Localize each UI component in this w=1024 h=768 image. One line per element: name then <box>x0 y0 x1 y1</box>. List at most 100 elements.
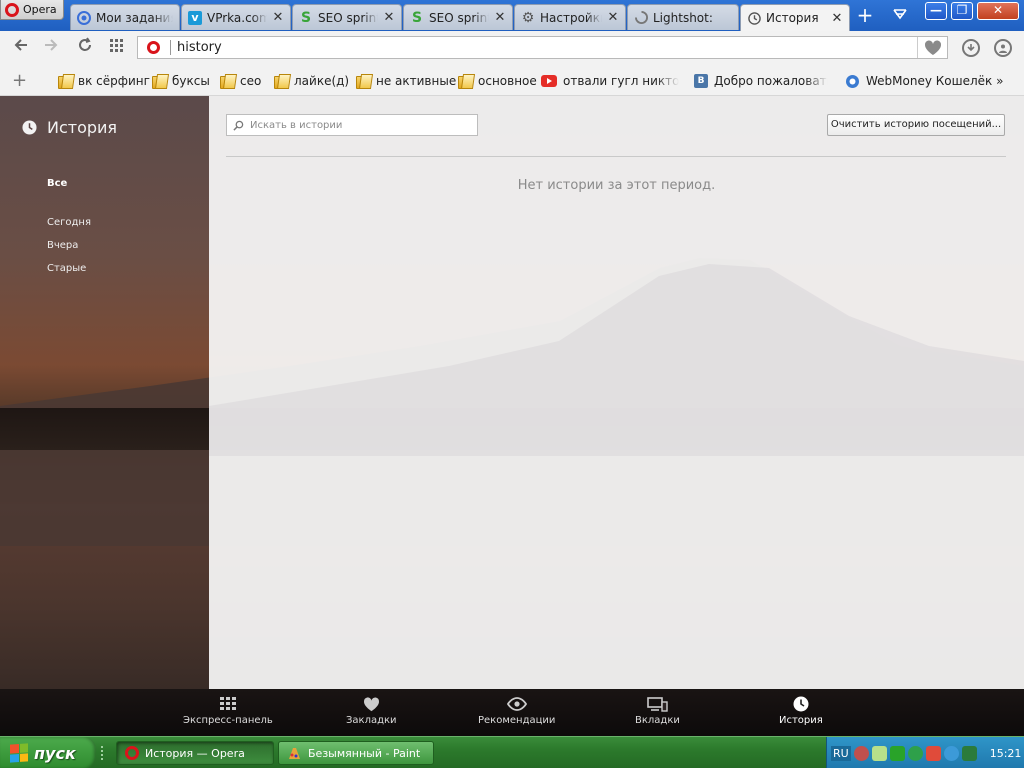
bookmark-folder[interactable]: вк сёрфинг <box>58 72 150 90</box>
youtube-icon <box>541 75 557 87</box>
shield-icon[interactable] <box>925 745 941 761</box>
url-field[interactable]: history <box>137 36 948 59</box>
tab-my-tasks[interactable]: Мои задания <box>70 4 180 30</box>
history-main-panel: Очистить историю посещений... Нет истори… <box>209 96 1024 689</box>
reload-button[interactable] <box>74 37 96 59</box>
window-close-button[interactable]: ✕ <box>977 2 1019 20</box>
taskbar-item-opera[interactable]: История — Opera <box>116 741 274 765</box>
url-text[interactable]: history <box>177 40 222 55</box>
speed-dial-button[interactable] <box>106 37 128 59</box>
folder-icon <box>458 74 472 89</box>
tab-seo-sprint-2[interactable]: S SEO sprint ✕ <box>403 4 513 30</box>
sidebar-item-all[interactable]: Все <box>47 178 67 189</box>
loading-icon <box>634 11 648 25</box>
clear-history-button[interactable]: Очистить историю посещений... <box>827 114 1005 136</box>
tab-seo-sprint-1[interactable]: S SEO sprint ✕ <box>292 4 402 30</box>
opera-menu-label: Opera <box>23 3 57 16</box>
dial-speed-dial[interactable]: Экспресс-панель <box>183 695 273 726</box>
check-icon[interactable] <box>889 745 905 761</box>
grid-icon <box>110 39 123 52</box>
dial-recommendations[interactable]: Рекомендации <box>478 695 555 726</box>
sidebar-title-text: История <box>47 118 118 137</box>
tab-strip: Opera Мои задания v VPrka.com - ✕ S SEO … <box>0 0 1024 31</box>
bookmark-folder[interactable]: основное <box>458 72 537 90</box>
dial-label: Закладки <box>346 715 397 726</box>
chevron-left-icon[interactable] <box>853 745 869 761</box>
clock-icon <box>747 11 761 25</box>
heart-icon <box>363 695 380 713</box>
webmoney-icon <box>846 74 859 88</box>
heart-icon <box>924 39 941 55</box>
eye-icon <box>506 695 527 713</box>
bookmarks-bar: + вк сёрфинг буксы сео лайке(д) не актив… <box>0 64 1024 96</box>
taskbar-item-title: Безымянный - Paint <box>308 746 421 760</box>
account-button[interactable] <box>994 39 1012 57</box>
close-icon[interactable]: ✕ <box>607 10 619 25</box>
tab-lightshot[interactable]: Lightshot: <box>627 4 739 30</box>
tab-menu-button[interactable] <box>888 6 912 26</box>
bookmark-folder[interactable]: лайке(д) <box>274 72 349 90</box>
close-icon[interactable]: ✕ <box>272 10 284 25</box>
opera-menu-button[interactable]: Opera <box>0 0 64 20</box>
bookmark-label: Добро пожаловать | ВК <box>714 74 828 88</box>
opera-logo-icon <box>5 2 19 17</box>
network-icon[interactable] <box>961 745 977 761</box>
search-input[interactable] <box>250 119 470 131</box>
search-icon <box>233 120 244 131</box>
bookmark-link[interactable]: отвали гугл никтошна <box>541 72 679 90</box>
clock-icon <box>793 695 809 713</box>
taskbar-item-paint[interactable]: Безымянный - Paint <box>278 741 434 765</box>
sidebar-title: История <box>22 118 117 137</box>
close-icon[interactable]: ✕ <box>831 11 843 26</box>
forward-button[interactable] <box>40 37 62 59</box>
downloads-button[interactable] <box>962 39 980 57</box>
devices-icon <box>647 695 668 713</box>
close-icon[interactable]: ✕ <box>494 10 506 25</box>
tab-vprka[interactable]: v VPrka.com - ✕ <box>181 4 291 30</box>
bookmark-folder[interactable]: не активные <box>356 72 456 90</box>
quick-launch-grip <box>101 746 107 760</box>
opera-logo-icon <box>147 41 160 54</box>
arrow-right-icon <box>45 39 58 51</box>
bookmark-label: вк сёрфинг <box>78 74 150 88</box>
add-bookmark-button[interactable]: + <box>12 70 27 91</box>
divider <box>226 156 1006 157</box>
language-indicator[interactable]: RU <box>831 745 851 761</box>
tab-title: Настройки <box>540 10 602 25</box>
minimize-button[interactable]: — <box>925 2 947 20</box>
paint-icon <box>289 747 300 759</box>
tab-title: История <box>766 11 819 25</box>
dial-tabs[interactable]: Вкладки <box>635 695 680 726</box>
history-search-field[interactable] <box>226 114 478 136</box>
bookmark-link[interactable]: В Добро пожаловать | ВК <box>694 72 828 90</box>
reload-icon <box>79 37 91 51</box>
tab-history[interactable]: История ✕ <box>740 4 850 31</box>
dial-history[interactable]: История <box>779 695 823 726</box>
new-tab-button[interactable]: + <box>853 5 877 26</box>
folder-icon <box>356 74 370 89</box>
sidebar-item-yesterday[interactable]: Вчера <box>47 240 78 251</box>
bookmark-label: лайке(д) <box>294 74 350 88</box>
close-icon[interactable]: ✕ <box>383 10 395 25</box>
bookmark-link[interactable]: WebMoney Кошелёк » <box>845 72 1003 90</box>
grid-icon <box>219 695 236 713</box>
bookmark-label: отвали гугл никтошна <box>563 74 679 88</box>
sidebar-item-older[interactable]: Старые <box>47 263 86 274</box>
chat-icon[interactable] <box>871 745 887 761</box>
bookmark-folder[interactable]: сео <box>220 72 261 90</box>
back-button[interactable] <box>10 37 32 59</box>
bookmark-heart-button[interactable] <box>917 37 947 58</box>
windows-taskbar: пуск История — Opera Безымянный - Paint … <box>0 736 1024 768</box>
ie-icon[interactable] <box>943 745 959 761</box>
bookmark-label: сео <box>240 74 262 88</box>
bookmark-folder[interactable]: буксы <box>152 72 210 90</box>
tab-settings[interactable]: ⚙ Настройки ✕ <box>514 4 626 30</box>
start-button[interactable]: пуск <box>0 737 96 768</box>
dial-bookmarks[interactable]: Закладки <box>346 695 397 726</box>
bookmark-label: не активные <box>376 74 457 88</box>
download-icon <box>967 44 975 52</box>
sidebar-item-today[interactable]: Сегодня <box>47 217 91 228</box>
download-tray-icon[interactable] <box>907 745 923 761</box>
start-label: пуск <box>34 743 76 763</box>
maximize-button[interactable]: ❐ <box>951 2 973 20</box>
